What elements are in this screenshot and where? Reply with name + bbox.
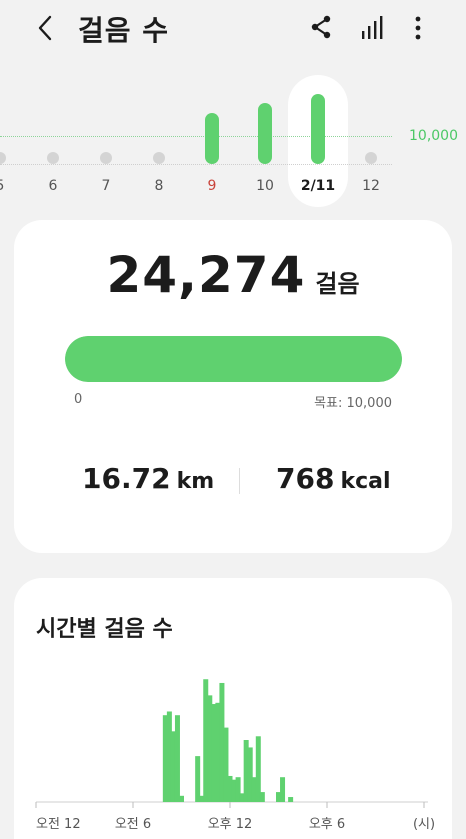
calories-unit: kcal (340, 469, 391, 494)
chart-view-button[interactable] (360, 15, 384, 41)
goal-line-label: 10,000 (409, 128, 458, 144)
no-data-dot (365, 152, 377, 164)
back-button[interactable] (30, 10, 62, 46)
no-data-dot (100, 152, 112, 164)
day-steps-bar (258, 102, 272, 164)
more-vertical-icon (415, 16, 421, 40)
page-title: 걸음 수 (78, 14, 170, 47)
day-10[interactable]: 10 (240, 70, 290, 210)
steps-count: 24,274 (106, 246, 306, 304)
top-bar: 걸음 수 (0, 0, 466, 56)
day-label: 7 (101, 178, 111, 194)
steps-unit: 걸음 (315, 270, 360, 298)
no-data-dot (0, 152, 6, 164)
day-steps-bar (311, 94, 325, 164)
no-data-dot (153, 152, 165, 164)
hourly-bar (259, 792, 265, 802)
more-options-button[interactable] (408, 14, 428, 42)
calories-stat: 768 kcal (276, 462, 391, 495)
back-icon (38, 15, 52, 41)
day-label: 9 (207, 178, 217, 194)
hourly-steps-chart: 오전 12 오전 6 오후 12 오후 6 (시) (35, 679, 435, 832)
hourly-bar (179, 795, 184, 802)
bar-chart-icon (362, 16, 383, 39)
x-tick-label: 오후 12 (208, 817, 253, 832)
day-6[interactable]: 6 (28, 70, 78, 210)
progress-goal-label: 목표: 10,000 (314, 396, 392, 411)
summary-card: 24,274 걸음 0 목표: 10,000 16.72 km 768 kcal (14, 220, 452, 553)
steps-total: 24,274 걸음 (14, 246, 452, 304)
distance-stat: 16.72 km (82, 462, 214, 495)
hourly-bar (174, 715, 180, 802)
day-7[interactable]: 7 (81, 70, 131, 210)
day-9[interactable]: 9 (187, 70, 237, 210)
distance-value: 16.72 (82, 462, 171, 495)
calories-value: 768 (276, 462, 335, 495)
day-label: 8 (154, 178, 164, 194)
x-tick-label: 오후 6 (309, 817, 345, 832)
x-tick-label: 오전 12 (36, 817, 81, 832)
hourly-steps-card: 시간별 걸음 수 오전 12 오전 6 오후 12 오후 6 (시) (14, 578, 452, 839)
day-label: 10 (256, 178, 274, 194)
day-label: 6 (48, 178, 58, 194)
day-label: 5 (0, 178, 25, 194)
week-selector: 10,000 5 6 7 8 9 10 2/11 12 (0, 70, 466, 210)
day-12[interactable]: 12 (346, 70, 396, 210)
hourly-bar (288, 797, 294, 802)
day-label: 2/11 (300, 178, 336, 194)
x-tick-label: 오전 6 (115, 817, 151, 832)
distance-unit: km (176, 469, 215, 494)
day-5[interactable]: 5 (0, 70, 25, 210)
day-steps-bar (205, 113, 219, 164)
day-label: 12 (362, 178, 380, 194)
day-2-11[interactable]: 2/11 (293, 70, 343, 210)
x-tick-label: (시) (413, 817, 435, 832)
stat-divider (239, 468, 240, 494)
share-button[interactable] (309, 14, 333, 40)
goal-progress-fill (65, 336, 402, 382)
hourly-bar (280, 777, 286, 802)
goal-progress-bar (65, 336, 402, 382)
share-icon (311, 15, 331, 39)
day-8[interactable]: 8 (134, 70, 184, 210)
no-data-dot (47, 152, 59, 164)
hourly-bar (195, 756, 201, 802)
progress-min-label: 0 (74, 392, 83, 407)
